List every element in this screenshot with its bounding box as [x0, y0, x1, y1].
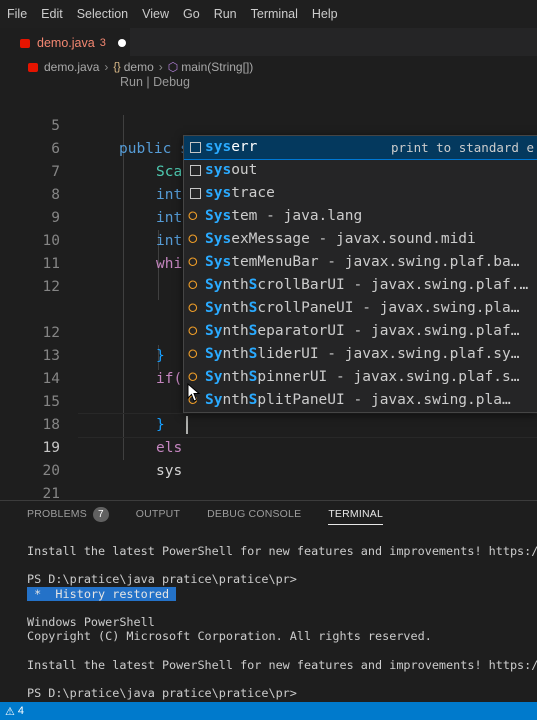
code-lens-run-debug[interactable]: Run | Debug [120, 75, 190, 89]
code-line[interactable]: 5 public static void main(String[] args)… [0, 92, 537, 157]
suggestion-label: SynthScrollPaneUI - javax.swing.pla… [205, 300, 520, 316]
snippet-icon [190, 188, 201, 199]
suggestion-item[interactable]: ⭘ SystemMenuBar - javax.swing.plaf.ba… [184, 251, 537, 274]
menu-view[interactable]: View [135, 7, 176, 21]
code-line[interactable]: 22 [0, 483, 537, 497]
warning-count[interactable]: 4 [18, 705, 24, 717]
tab-problems[interactable]: PROBLEMS 7 [27, 501, 109, 527]
tab-output[interactable]: OUTPUT [136, 501, 180, 527]
autocomplete-suggest-widget[interactable]: syserr print to standard e sysout systra… [183, 135, 537, 413]
warning-icon[interactable]: ⚠ [5, 705, 15, 718]
java-file-icon [28, 62, 38, 72]
editor-tab-bar: demo.java 3 [0, 28, 537, 57]
suggestion-item[interactable]: ⭘ SynthSeparatorUI - javax.swing.plaf… [184, 320, 537, 343]
breadcrumb-file[interactable]: demo.java [44, 60, 99, 74]
suggestion-label: syserr [205, 139, 258, 155]
method-cube-icon: ⬡ [167, 60, 179, 74]
class-icon: ⭘ [188, 209, 198, 223]
tab-debug-console[interactable]: DEBUG CONSOLE [207, 501, 301, 527]
suggestion-label: sysout [205, 162, 258, 178]
problems-count-badge: 7 [92, 507, 109, 522]
suggestion-label: SynthSeparatorUI - javax.swing.plaf… [205, 323, 520, 339]
suggestion-label: SynthSpinnerUI - javax.swing.plaf.s… [205, 369, 520, 385]
suggestion-item[interactable]: ⭘ System - java.lang [184, 205, 537, 228]
java-file-icon [20, 38, 30, 48]
tab-problem-count: 3 [99, 37, 106, 49]
tab-terminal[interactable]: TERMINAL [328, 501, 383, 527]
terminal-line: Windows PowerShell [27, 615, 155, 629]
breadcrumb-package[interactable]: demo [124, 60, 154, 74]
menu-run[interactable]: Run [207, 7, 244, 21]
code-line-current[interactable]: 19 sys [0, 414, 537, 479]
terminal-line: Copyright (C) Microsoft Corporation. All… [27, 629, 432, 644]
suggestion-item[interactable]: ⭘ SynthScrollPaneUI - javax.swing.pla… [184, 297, 537, 320]
breadcrumb: demo.java › {} demo › ⬡ main(String[]) [0, 56, 537, 78]
tab-filename: demo.java [37, 36, 95, 50]
suggestion-label: systrace [205, 185, 275, 201]
terminal-line: * History restored [27, 586, 177, 601]
terminal-line: PS D:\pratice\java pratice\pratice\pr> [27, 686, 297, 700]
suggestion-item[interactable]: ⭘ SysexMessage - javax.sound.midi [184, 228, 537, 251]
bottom-panel: PROBLEMS 7 OUTPUT DEBUG CONSOLE TERMINAL … [0, 500, 537, 703]
text-cursor [186, 416, 188, 434]
menu-selection[interactable]: Selection [70, 7, 135, 21]
suggestion-label: SysexMessage - javax.sound.midi [205, 231, 476, 247]
class-icon: ⭘ [188, 278, 198, 292]
suggestion-item[interactable]: syserr print to standard e [184, 136, 537, 160]
menu-go[interactable]: Go [176, 7, 207, 21]
menu-terminal[interactable]: Terminal [244, 7, 305, 21]
mouse-pointer-icon [187, 383, 201, 402]
snippet-icon [190, 142, 201, 153]
snippet-icon [190, 165, 201, 176]
class-icon: ⭘ [188, 232, 198, 246]
suggestion-label: System - java.lang [205, 208, 363, 224]
suggestion-item[interactable]: systrace [184, 182, 537, 205]
terminal-line: Install the latest PowerShell for new fe… [27, 657, 537, 672]
suggestion-item[interactable]: ⭘ SynthSliderUI - javax.swing.plaf.sy… [184, 343, 537, 366]
chevron-right-icon: › [158, 60, 163, 74]
class-icon: ⭘ [188, 347, 198, 361]
menu-file[interactable]: File [0, 7, 34, 21]
suggestion-label: SynthSplitPaneUI - javax.swing.pla… [205, 392, 511, 408]
class-icon: ⭘ [188, 255, 198, 269]
panel-tabs: PROBLEMS 7 OUTPUT DEBUG CONSOLE TERMINAL [0, 501, 537, 527]
suggestion-label: SystemMenuBar - javax.swing.plaf.ba… [205, 254, 520, 270]
suggestion-item[interactable]: ⭘ SynthScrollBarUI - javax.swing.plaf.… [184, 274, 537, 297]
menu-edit[interactable]: Edit [34, 7, 70, 21]
class-icon: ⭘ [188, 324, 198, 338]
breadcrumb-method[interactable]: main(String[]) [181, 60, 253, 74]
menu-bar: File Edit Selection View Go Run Terminal… [0, 0, 537, 28]
unsaved-dot-icon[interactable] [117, 39, 126, 47]
menu-help[interactable]: Help [305, 7, 345, 21]
class-icon: ⭘ [188, 370, 198, 384]
terminal-line: Install the latest PowerShell for new fe… [27, 544, 537, 558]
suggestion-item[interactable]: sysout [184, 159, 537, 182]
suggestion-item[interactable]: ⭘ SynthSpinnerUI - javax.swing.plaf.s… [184, 366, 537, 389]
terminal-line: PS D:\pratice\java pratice\pratice\pr> [27, 572, 297, 587]
status-bar: ⚠ 4 [0, 702, 537, 720]
suggestion-detail: print to standard e [391, 140, 534, 155]
code-line[interactable]: 20 [0, 437, 537, 479]
suggestion-label: SynthSliderUI - javax.swing.plaf.sy… [205, 346, 520, 362]
editor-tab-demo-java[interactable]: demo.java 3 [0, 28, 130, 57]
suggestion-label: SynthScrollBarUI - javax.swing.plaf.… [205, 277, 529, 293]
class-icon: ⭘ [188, 301, 198, 315]
suggestion-item[interactable]: ⭘ SynthSplitPaneUI - javax.swing.pla… [184, 389, 537, 412]
package-icon: {} [113, 61, 121, 73]
chevron-right-icon: › [104, 60, 109, 74]
code-line[interactable]: 21 } [0, 460, 537, 529]
